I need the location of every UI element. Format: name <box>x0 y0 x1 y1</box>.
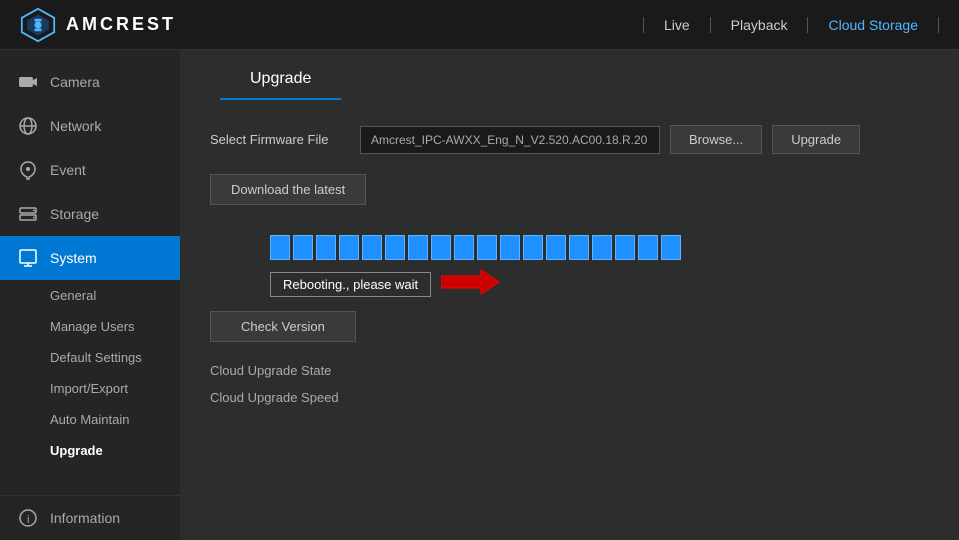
cloud-upgrade-speed-label: Cloud Upgrade Speed <box>210 384 929 411</box>
sidebar-item-network[interactable]: Network <box>0 104 180 148</box>
storage-icon <box>18 204 38 224</box>
sidebar-label-camera: Camera <box>50 74 100 90</box>
system-icon <box>18 248 38 268</box>
progress-block <box>477 235 497 260</box>
progress-block <box>316 235 336 260</box>
progress-block <box>638 235 658 260</box>
info-icon: i <box>18 508 38 528</box>
page-title: Upgrade <box>250 70 311 87</box>
check-version-button[interactable]: Check Version <box>210 311 356 342</box>
browse-button[interactable]: Browse... <box>670 125 762 154</box>
camera-icon <box>18 72 38 92</box>
upgrade-button[interactable]: Upgrade <box>772 125 860 154</box>
progress-block <box>339 235 359 260</box>
sidebar-label-system: System <box>50 250 97 266</box>
sidebar-item-event[interactable]: Event <box>0 148 180 192</box>
firmware-label: Select Firmware File <box>210 132 350 147</box>
progress-block <box>546 235 566 260</box>
progress-block <box>362 235 382 260</box>
sidebar-label-network: Network <box>50 118 101 134</box>
network-icon <box>18 116 38 136</box>
page-header: Upgrade <box>220 50 341 100</box>
reboot-label: Rebooting., please wait <box>270 272 431 297</box>
sidebar-sub-manage-users[interactable]: Manage Users <box>0 311 180 342</box>
sidebar-label-event: Event <box>50 162 86 178</box>
main-layout: Camera Network Event Storage System <box>0 50 959 540</box>
progress-block <box>500 235 520 260</box>
nav-playback[interactable]: Playback <box>710 17 808 33</box>
sidebar-sub-auto-maintain[interactable]: Auto Maintain <box>0 404 180 435</box>
progress-block <box>385 235 405 260</box>
content: Upgrade Select Firmware File Browse... U… <box>180 50 959 540</box>
firmware-row: Select Firmware File Browse... Upgrade <box>210 125 929 154</box>
firmware-input[interactable] <box>360 126 660 154</box>
cloud-upgrade-state-label: Cloud Upgrade State <box>210 357 929 384</box>
progress-block <box>270 235 290 260</box>
sidebar-sub-import-export[interactable]: Import/Export <box>0 373 180 404</box>
sidebar-sub-upgrade[interactable]: Upgrade <box>0 435 180 466</box>
nav-cloud-storage[interactable]: Cloud Storage <box>807 17 939 33</box>
nav-links: Live Playback Cloud Storage <box>643 17 939 33</box>
progress-block <box>431 235 451 260</box>
sidebar-sub-general[interactable]: General <box>0 280 180 311</box>
event-icon <box>18 160 38 180</box>
sidebar-sub-default-settings[interactable]: Default Settings <box>0 342 180 373</box>
logo: AMCREST <box>20 7 176 43</box>
progress-block <box>569 235 589 260</box>
progress-block <box>615 235 635 260</box>
sidebar-item-system[interactable]: System <box>0 236 180 280</box>
sidebar: Camera Network Event Storage System <box>0 50 180 540</box>
download-button[interactable]: Download the latest <box>210 174 366 205</box>
sidebar-label-information: Information <box>50 510 120 526</box>
sidebar-label-storage: Storage <box>50 206 99 222</box>
progress-area: Rebooting., please wait <box>270 235 929 301</box>
progress-block <box>592 235 612 260</box>
arrow-icon <box>441 268 501 301</box>
reboot-label-area: Rebooting., please wait <box>270 268 501 301</box>
progress-block <box>293 235 313 260</box>
progress-block <box>523 235 543 260</box>
svg-text:i: i <box>27 514 29 526</box>
sidebar-bottom: i Information <box>0 495 180 540</box>
progress-block <box>454 235 474 260</box>
logo-text: AMCREST <box>66 14 176 35</box>
progress-block <box>661 235 681 260</box>
page-content: Select Firmware File Browse... Upgrade D… <box>180 100 959 436</box>
progress-block <box>408 235 428 260</box>
logo-icon <box>20 7 56 43</box>
sidebar-item-storage[interactable]: Storage <box>0 192 180 236</box>
progress-bar <box>270 235 681 260</box>
header: AMCREST Live Playback Cloud Storage <box>0 0 959 50</box>
sidebar-item-information[interactable]: i Information <box>0 496 180 540</box>
sidebar-item-camera[interactable]: Camera <box>0 60 180 104</box>
nav-live[interactable]: Live <box>643 17 710 33</box>
